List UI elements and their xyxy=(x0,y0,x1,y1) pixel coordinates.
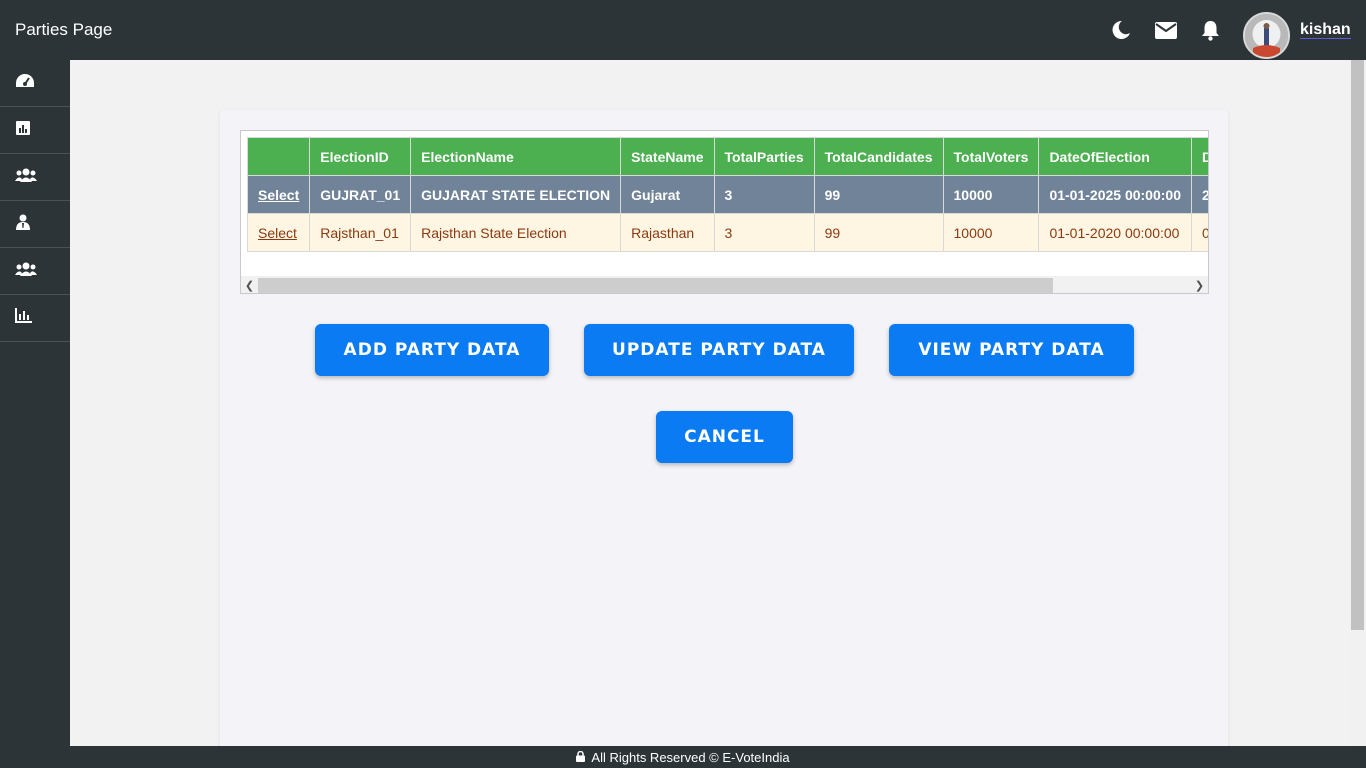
table-row: Select Rajsthan_01 Rajsthan State Electi… xyxy=(246,213,1208,252)
table-cell: Rajasthan xyxy=(620,213,715,252)
sidebar-item-results[interactable] xyxy=(0,295,70,342)
table-row-selected: Select GUJRAT_01 GUJARAT STATE ELECTION … xyxy=(246,175,1208,214)
sidebar-item-dashboard[interactable] xyxy=(0,60,70,107)
page-scrollbar-thumb[interactable] xyxy=(1351,60,1364,630)
column-header-select xyxy=(246,137,311,176)
bar-chart-icon xyxy=(15,120,31,141)
page-scrollbar[interactable] xyxy=(1349,60,1366,746)
username-link[interactable]: kishan xyxy=(1300,21,1351,39)
table-cell: 3 xyxy=(713,175,815,214)
table-cell: Gujarat xyxy=(620,175,715,214)
column-header-totalparties: TotalParties xyxy=(713,137,815,176)
table-cell: 0 xyxy=(1190,213,1208,252)
sidebar-item-parties[interactable] xyxy=(0,248,70,295)
elections-grid: ElectionID ElectionName StateName TotalP… xyxy=(240,130,1209,294)
column-header-totalcandidates: TotalCandidates xyxy=(813,137,944,176)
select-cell: Select xyxy=(246,213,311,252)
table-cell: 3 xyxy=(713,213,815,252)
table-cell: Rajsthan_01 xyxy=(309,213,412,252)
select-cell: Select xyxy=(246,175,311,214)
column-header-dateofelection: DateOfElection xyxy=(1038,137,1192,176)
table-header-row: ElectionID ElectionName StateName TotalP… xyxy=(246,137,1208,176)
scrollbar-thumb[interactable] xyxy=(258,278,1053,293)
table-cell: 10000 xyxy=(942,213,1040,252)
add-party-data-button[interactable]: ADD PARTY DATA xyxy=(315,324,549,376)
update-party-data-button[interactable]: UPDATE PARTY DATA xyxy=(584,324,854,376)
elections-table: ElectionID ElectionName StateName TotalP… xyxy=(246,137,1208,252)
scroll-left-icon[interactable]: ❮ xyxy=(241,276,258,293)
table-cell: 01-01-2025 00:00:00 xyxy=(1038,175,1192,214)
view-party-data-button[interactable]: VIEW PARTY DATA xyxy=(889,324,1134,376)
dashboard-icon xyxy=(15,73,35,94)
sidebar-item-candidates[interactable] xyxy=(0,201,70,248)
table-cell: GUJARAT STATE ELECTION xyxy=(410,175,622,214)
footer-text: All Rights Reserved © E-VoteIndia xyxy=(591,749,790,765)
footer: All Rights Reserved © E-VoteIndia xyxy=(0,746,1366,768)
user-tie-icon xyxy=(15,214,31,235)
lock-icon xyxy=(576,750,586,765)
column-header-statename: StateName xyxy=(620,137,715,176)
bell-icon[interactable] xyxy=(1198,18,1222,42)
table-cell: 99 xyxy=(813,175,944,214)
column-header-electionname: ElectionName xyxy=(410,137,622,176)
table-cell: Rajsthan State Election xyxy=(410,213,622,252)
sidebar xyxy=(0,60,70,746)
table-cell: GUJRAT_01 xyxy=(309,175,412,214)
table-cell: 2 xyxy=(1190,175,1208,214)
horizontal-scrollbar[interactable]: ❮ ❯ xyxy=(241,276,1208,293)
moon-icon[interactable] xyxy=(1109,18,1133,42)
table-cell: 99 xyxy=(813,213,944,252)
column-header-electionid: ElectionID xyxy=(309,137,412,176)
page-title: Parties Page xyxy=(15,20,113,39)
top-navbar: Parties Page kishan xyxy=(0,0,1366,60)
table-cell: 10000 xyxy=(942,175,1040,214)
column-header-totalvoters: TotalVoters xyxy=(942,137,1040,176)
column-header-partial: D xyxy=(1190,137,1208,176)
table-cell: 01-01-2020 00:00:00 xyxy=(1038,213,1192,252)
envelope-icon[interactable] xyxy=(1154,18,1178,42)
sidebar-item-voters[interactable] xyxy=(0,154,70,201)
line-chart-icon xyxy=(15,308,32,328)
cancel-button[interactable]: CANCEL xyxy=(656,411,793,463)
select-link[interactable]: Select xyxy=(258,187,299,203)
select-link[interactable]: Select xyxy=(258,225,297,241)
scroll-right-icon[interactable]: ❯ xyxy=(1191,276,1208,293)
users-icon xyxy=(15,167,37,188)
avatar[interactable] xyxy=(1243,12,1290,59)
sidebar-item-reports[interactable] xyxy=(0,107,70,154)
users-icon xyxy=(15,261,37,282)
